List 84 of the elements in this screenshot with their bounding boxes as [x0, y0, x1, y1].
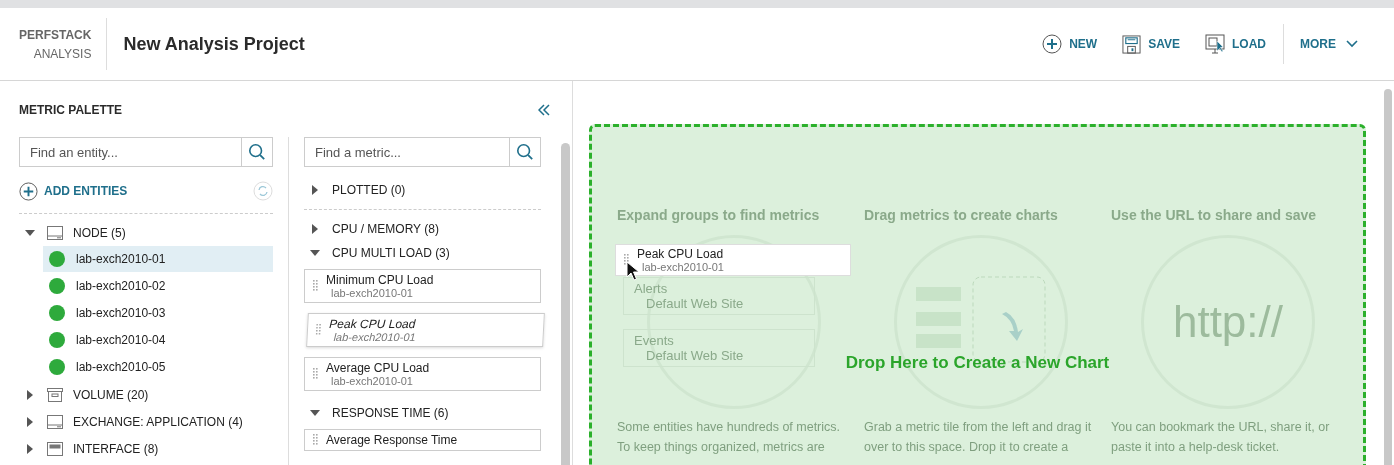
metric-name: Peak CPU Load — [328, 317, 417, 331]
toolbar-button[interactable]: SAVE — [1116, 30, 1186, 58]
project-title: New Analysis Project — [123, 33, 306, 55]
entity-name: lab-exch2010-01 — [331, 287, 414, 299]
entity-item[interactable]: lab-exch2010-04 — [43, 327, 273, 353]
entity-item[interactable]: lab-exch2010-01 — [43, 246, 273, 272]
scrollbar[interactable] — [1384, 89, 1392, 465]
search-icon[interactable] — [248, 143, 266, 161]
entity-group[interactable]: INTERFACE (8) — [73, 441, 159, 456]
archive-box-icon — [47, 387, 63, 402]
entity-item[interactable]: lab-exch2010-03 — [43, 300, 273, 326]
entity-name: lab-exch2010-01 — [333, 331, 416, 343]
entity-group[interactable]: EXCHANGE: APPLICATION (4) — [73, 414, 243, 429]
add-entities-button[interactable]: ADD ENTITIES — [19, 181, 128, 201]
plus-circle-icon — [19, 181, 38, 201]
tip-heading: Use the URL to share and save — [1111, 207, 1318, 223]
server-icon — [47, 414, 63, 429]
entity-group[interactable]: VOLUME (20) — [73, 387, 149, 402]
arrow-icon — [1002, 312, 1023, 341]
collapse-arrow-icon[interactable] — [310, 408, 320, 418]
brand-subtitle: ANALYSIS — [33, 46, 92, 61]
entity-name: lab-exch2010-01 — [76, 252, 166, 266]
scrollbar[interactable] — [561, 143, 570, 465]
entity-group[interactable]: NODE (5) — [73, 225, 126, 240]
expand-arrow-icon[interactable] — [25, 443, 35, 454]
monitor-cursor-icon — [1205, 34, 1225, 54]
metric-tile[interactable]: Average CPU Load lab-exch2010-01 — [304, 357, 541, 391]
metric-name: Alerts — [634, 281, 669, 296]
grip-icon — [313, 368, 318, 380]
more-menu-button[interactable]: MORE — [1283, 24, 1364, 64]
metric-name: Average Response Time — [326, 433, 458, 447]
metric-group[interactable]: PLOTTED (0) — [332, 183, 406, 197]
entity-name: lab-exch2010-02 — [76, 279, 166, 293]
entity-name: Default Web Site — [646, 296, 745, 311]
metric-name: Events — [634, 333, 675, 348]
expand-arrow-icon[interactable] — [25, 389, 35, 400]
collapse-arrow-icon[interactable] — [25, 227, 35, 238]
grip-icon — [313, 280, 318, 292]
metric-search-field[interactable]: Find a metric... — [304, 137, 509, 167]
server-icon — [47, 225, 63, 240]
grip-icon — [313, 434, 318, 446]
metric-tile[interactable]: Average Response Time — [304, 429, 541, 451]
toolbar-button[interactable]: LOAD — [1199, 30, 1272, 58]
metric-tile[interactable]: Minimum CPU Load lab-exch2010-01 — [304, 269, 541, 303]
grip-icon — [624, 254, 629, 266]
url-text: http:// — [1172, 297, 1284, 347]
entity-name: lab-exch2010-03 — [76, 306, 166, 320]
collapse-icon[interactable] — [538, 104, 550, 116]
expand-arrow-icon[interactable] — [25, 416, 35, 427]
metric-group[interactable]: CPU / MEMORY (8) — [332, 222, 439, 236]
metric-name: Minimum CPU Load — [326, 273, 434, 287]
entity-name: lab-exch2010-04 — [76, 333, 166, 347]
entity-name: lab-exch2010-05 — [76, 360, 166, 374]
expand-arrow-icon[interactable] — [310, 185, 320, 195]
entity-name: Default Web Site — [646, 348, 745, 363]
search-icon[interactable] — [516, 143, 534, 161]
entity-item[interactable]: lab-exch2010-02 — [43, 273, 273, 299]
metric-group[interactable]: RESPONSE TIME (6) — [332, 406, 449, 420]
port-icon — [47, 441, 63, 456]
toolbar-button[interactable]: NEW — [1036, 30, 1104, 58]
plus-circle-icon — [1042, 34, 1063, 54]
entity-name: lab-exch2010-01 — [331, 375, 414, 387]
entity-search-field[interactable]: Find an entity... — [19, 137, 241, 167]
entity-name: lab-exch2010-01 — [642, 261, 724, 273]
expand-arrow-icon[interactable] — [310, 224, 320, 234]
tip-heading: Drag metrics to create charts — [864, 207, 1059, 223]
tip-text: You can bookmark the URL, share it, or paste it into a help-desk ticket. — [1111, 419, 1331, 456]
metric-name: Average CPU Load — [326, 361, 430, 375]
drop-message: Drop Here to Create a New Chart — [845, 353, 1110, 372]
tip-text: Grab a metric tile from the left and drag it over to this space. Drop it to create a — [864, 419, 1093, 456]
palette-title: METRIC PALETTE — [19, 103, 123, 117]
chevron-down-icon — [1346, 40, 1358, 48]
entity-item[interactable]: lab-exch2010-05 — [43, 354, 273, 380]
metric-name: Peak CPU Load — [637, 247, 724, 261]
metric-tile[interactable]: Peak CPU Load lab-exch2010-01 — [306, 313, 545, 347]
metric-group[interactable]: CPU MULTI LOAD (3) — [332, 246, 450, 260]
grip-icon — [315, 324, 322, 336]
tip-heading: Expand groups to find metrics — [617, 207, 821, 223]
collapse-arrow-icon[interactable] — [310, 248, 320, 258]
drop-zone[interactable] — [589, 124, 1366, 465]
brand-name: PERFSTACK — [19, 27, 92, 42]
cursor-icon — [626, 261, 640, 281]
dragged-metric-tile[interactable]: Peak CPU Load lab-exch2010-01 — [615, 244, 851, 276]
tip-text: Some entities have hundreds of metrics. To keep things organized, metrics are — [617, 419, 842, 456]
